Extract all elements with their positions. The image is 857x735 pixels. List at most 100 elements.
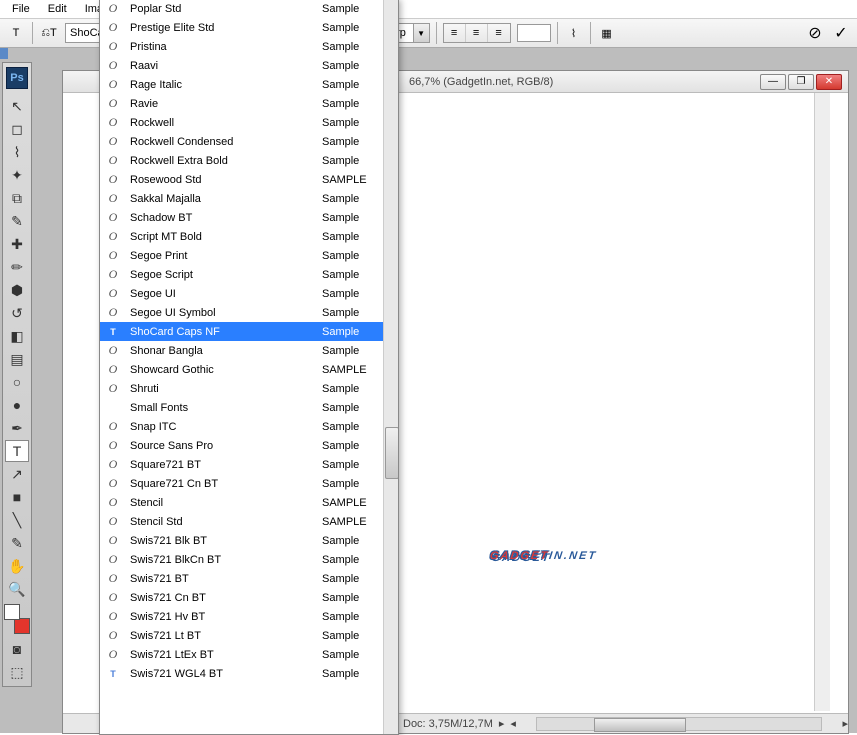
tool-line[interactable]: ╲ (5, 509, 29, 531)
tool-eyedropper[interactable]: ✎ (5, 210, 29, 232)
font-item[interactable]: OSnap ITCSample (100, 417, 398, 436)
font-item[interactable]: ORage ItalicSample (100, 75, 398, 94)
font-name-label: Segoe UI (130, 288, 322, 300)
font-item[interactable]: OSwis721 BTSample (100, 569, 398, 588)
font-item[interactable]: OSquare721 Cn BTSample (100, 474, 398, 493)
font-item[interactable]: OSwis721 Lt BTSample (100, 626, 398, 645)
font-sample-label: SAMPLE (322, 364, 392, 376)
font-item[interactable]: OSakkal MajallaSample (100, 189, 398, 208)
tool-gradient[interactable]: ▤ (5, 348, 29, 370)
font-item[interactable]: OPoplar StdSample (100, 0, 398, 18)
font-item[interactable]: OSwis721 LtEx BTSample (100, 645, 398, 664)
font-item[interactable]: OSwis721 BlkCn BTSample (100, 550, 398, 569)
font-item[interactable]: ORosewood StdSAMPLE (100, 170, 398, 189)
font-item[interactable]: OShowcard GothicSAMPLE (100, 360, 398, 379)
screen-mode-button[interactable]: ⬚ (5, 661, 29, 683)
font-item[interactable]: OSquare721 BTSample (100, 455, 398, 474)
font-item[interactable]: OSegoe ScriptSample (100, 265, 398, 284)
character-panel-button[interactable]: ▦ (597, 23, 617, 43)
font-sample-label: Sample (322, 3, 392, 15)
opentype-icon: O (106, 97, 120, 111)
chevron-down-icon[interactable]: ▼ (413, 24, 429, 42)
tool-eraser[interactable]: ◧ (5, 325, 29, 347)
maximize-button[interactable]: ❐ (788, 74, 814, 90)
font-item[interactable]: OScript MT BoldSample (100, 227, 398, 246)
quick-mask-button[interactable]: ◙ (5, 638, 29, 660)
font-item[interactable]: OStencilSAMPLE (100, 493, 398, 512)
status-arrow-icon[interactable]: ▸ (493, 717, 511, 730)
tool-path[interactable]: ↗ (5, 463, 29, 485)
tool-move[interactable]: ↖ (5, 95, 29, 117)
font-item[interactable]: OSegoe UI SymbolSample (100, 303, 398, 322)
font-name-label: Prestige Elite Std (130, 22, 322, 34)
font-item[interactable]: OSource Sans ProSample (100, 436, 398, 455)
font-item[interactable]: OSwis721 Cn BTSample (100, 588, 398, 607)
font-sample-label: SAMPLE (322, 497, 392, 509)
tool-type[interactable]: T (5, 440, 29, 462)
font-list-scrollbar[interactable] (383, 0, 398, 734)
tool-healing[interactable]: ✚ (5, 233, 29, 255)
opentype-icon: O (106, 382, 120, 396)
font-item[interactable]: OSegoe UISample (100, 284, 398, 303)
font-item[interactable]: OPristinaSample (100, 37, 398, 56)
font-name-label: Pristina (130, 41, 322, 53)
cancel-icon[interactable]: ⊘ (805, 23, 825, 43)
tool-zoom[interactable]: 🔍 (5, 578, 29, 600)
font-item[interactable]: TShoCard Caps NFSample (100, 322, 398, 341)
tool-pen[interactable]: ✒ (5, 417, 29, 439)
font-item[interactable]: ORockwell CondensedSample (100, 132, 398, 151)
font-item[interactable]: OSegoe PrintSample (100, 246, 398, 265)
font-item[interactable]: OSwis721 Hv BTSample (100, 607, 398, 626)
tool-history[interactable]: ↺ (5, 302, 29, 324)
background-color-swatch[interactable] (14, 618, 30, 634)
font-item[interactable]: ORockwell Extra BoldSample (100, 151, 398, 170)
tool-dodge[interactable]: ○ (5, 371, 29, 393)
font-item[interactable]: ORavieSample (100, 94, 398, 113)
font-item[interactable]: OShrutiSample (100, 379, 398, 398)
opentype-icon: O (106, 116, 120, 130)
font-item[interactable]: OSwis721 Blk BTSample (100, 531, 398, 550)
tool-blur[interactable]: ● (5, 394, 29, 416)
font-dropdown-list: OPoplar StdSampleOPrestige Elite StdSamp… (99, 0, 399, 735)
menu-edit[interactable]: Edit (40, 1, 75, 17)
font-item[interactable]: TSwis721 WGL4 BTSample (100, 664, 398, 683)
tool-notes[interactable]: ✎ (5, 532, 29, 554)
font-item[interactable]: ORaaviSample (100, 56, 398, 75)
tool-stamp[interactable]: ⬢ (5, 279, 29, 301)
commit-icon[interactable]: ✓ (831, 23, 851, 43)
close-button[interactable]: ✕ (816, 74, 842, 90)
font-name-label: Swis721 Hv BT (130, 611, 322, 623)
align-left-button[interactable]: ≡ (444, 24, 466, 42)
tool-hand[interactable]: ✋ (5, 555, 29, 577)
font-item[interactable]: OPrestige Elite StdSample (100, 18, 398, 37)
minimize-button[interactable]: — (760, 74, 786, 90)
tool-marquee[interactable]: ◻ (5, 118, 29, 140)
align-right-button[interactable]: ≡ (488, 24, 510, 42)
font-name-label: Square721 BT (130, 459, 322, 471)
orientation-icon[interactable]: ⎌T (39, 23, 59, 43)
tool-crop[interactable]: ⧉ (5, 187, 29, 209)
font-item[interactable]: OShonar BanglaSample (100, 341, 398, 360)
font-sample-label: Sample (322, 402, 392, 414)
opentype-icon: O (106, 287, 120, 301)
foreground-color-swatch[interactable] (4, 604, 20, 620)
tool-lasso[interactable]: ⌇ (5, 141, 29, 163)
opentype-icon: O (106, 420, 120, 434)
font-sample-label: Sample (322, 22, 392, 34)
horizontal-scrollbar[interactable] (536, 717, 823, 731)
tool-rectangle[interactable]: ■ (5, 486, 29, 508)
text-color-swatch[interactable] (517, 24, 551, 42)
tool-wand[interactable]: ✦ (5, 164, 29, 186)
font-item[interactable]: OSchadow BTSample (100, 208, 398, 227)
font-item[interactable]: ORockwellSample (100, 113, 398, 132)
font-item[interactable]: Small FontsSample (100, 398, 398, 417)
tool-brush[interactable]: ✏ (5, 256, 29, 278)
menu-file[interactable]: File (4, 1, 38, 17)
font-item[interactable]: OStencil StdSAMPLE (100, 512, 398, 531)
panel-tab[interactable] (0, 48, 8, 59)
align-center-button[interactable]: ≡ (466, 24, 488, 42)
truetype-icon: T (106, 667, 120, 681)
font-sample-label: Sample (322, 459, 392, 471)
font-name-label: Stencil (130, 497, 322, 509)
warp-text-button[interactable]: ⌇ (564, 23, 584, 43)
